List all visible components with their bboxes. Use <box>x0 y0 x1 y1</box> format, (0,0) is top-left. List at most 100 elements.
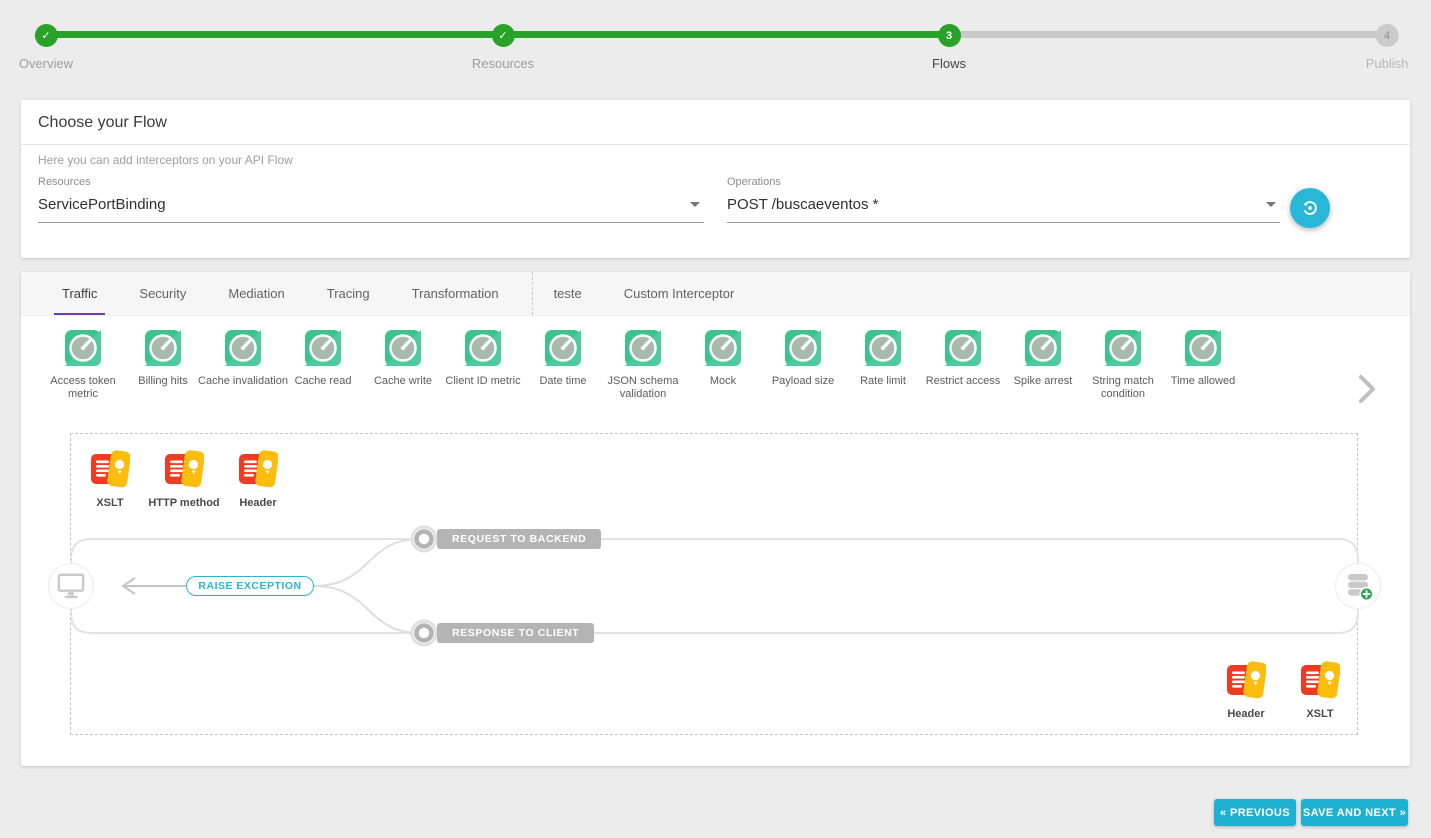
monitor-icon <box>56 572 86 600</box>
request-to-backend-tag: REQUEST TO BACKEND <box>437 529 601 549</box>
gauge-icon <box>225 330 261 366</box>
interceptor-palette-item[interactable]: Spike arrest <box>1003 330 1083 426</box>
tab[interactable]: teste <box>532 272 603 315</box>
interceptor-palette-item[interactable]: Access token metric <box>43 330 123 426</box>
chevron-down-icon <box>690 202 700 207</box>
gauge-icon <box>385 330 421 366</box>
flow-interceptor-item[interactable]: HTTP method <box>147 450 221 509</box>
document-lightbulb-icon <box>164 450 204 488</box>
title-divider <box>21 144 1410 145</box>
gauge-icon <box>625 330 661 366</box>
interceptors-card: TrafficSecurityMediationTracingTransform… <box>21 272 1410 766</box>
choose-flow-card: Choose your Flow Here you can add interc… <box>21 100 1410 258</box>
gauge-icon <box>1025 330 1061 366</box>
operations-label: Operations <box>727 176 1280 188</box>
raise-exception-pill[interactable]: RAISE EXCEPTION <box>186 576 314 596</box>
flow-interceptor-item[interactable]: XSLT <box>73 450 147 509</box>
flow-interceptor-label: Header <box>1227 708 1264 720</box>
interceptor-palette-item[interactable]: Date time <box>523 330 603 426</box>
step-indicator: ✓ <box>491 24 514 47</box>
operations-select[interactable]: Operations POST /buscaeventos * <box>727 176 1280 223</box>
gauge-icon <box>65 330 101 366</box>
interceptor-palette-item[interactable]: Restrict access <box>923 330 1003 426</box>
flow-interceptor-label: Header <box>239 497 276 509</box>
step-label: Overview <box>19 56 73 71</box>
interceptor-palette-item[interactable]: Time allowed <box>1163 330 1243 426</box>
document-lightbulb-icon <box>90 450 130 488</box>
flow-interceptor-label: XSLT <box>1306 708 1333 720</box>
palette-scroll-right-button[interactable] <box>1354 370 1380 411</box>
stepper-step[interactable]: ✓ Overview <box>19 24 73 71</box>
gauge-icon <box>1105 330 1141 366</box>
stepper-steps: ✓ Overview ✓ Resources 3 Flows 4 Publish <box>0 0 1431 90</box>
flow-interceptor-item[interactable]: XSLT <box>1283 661 1357 720</box>
history-fab-button[interactable] <box>1290 188 1330 228</box>
tab[interactable]: Security <box>118 272 207 315</box>
gauge-icon <box>705 330 741 366</box>
flow-interceptor-item[interactable]: Header <box>221 450 295 509</box>
interceptor-palette-item[interactable]: Billing hits <box>123 330 203 426</box>
step-symbol: 4 <box>1384 30 1390 42</box>
step-indicator: 4 <box>1376 24 1399 47</box>
tab[interactable]: Tracing <box>306 272 391 315</box>
document-lightbulb-icon <box>1226 661 1266 699</box>
step-indicator: 3 <box>938 24 961 47</box>
interceptor-palette-item[interactable]: Rate limit <box>843 330 923 426</box>
history-icon <box>1299 197 1321 219</box>
previous-button[interactable]: « PREVIOUS <box>1214 799 1296 826</box>
step-label: Publish <box>1366 56 1409 71</box>
interceptor-palette: Access token metric Billing hits <box>21 316 1350 426</box>
tab[interactable]: Custom Interceptor <box>603 272 756 315</box>
step-label: Flows <box>932 56 966 71</box>
card-title: Choose your Flow <box>38 114 167 132</box>
save-and-next-button[interactable]: SAVE AND NEXT » <box>1301 799 1408 826</box>
resources-label: Resources <box>38 176 704 188</box>
gauge-icon <box>465 330 501 366</box>
operations-value: POST /buscaeventos * <box>727 196 878 213</box>
wizard-stepper: ✓ Overview ✓ Resources 3 Flows 4 Publish <box>0 0 1431 90</box>
gauge-icon <box>305 330 341 366</box>
step-symbol: 3 <box>946 30 952 42</box>
interceptor-tabs: TrafficSecurityMediationTracingTransform… <box>21 272 1410 316</box>
response-to-client-tag: RESPONSE TO CLIENT <box>437 623 594 643</box>
interceptor-palette-item[interactable]: Cache write <box>363 330 443 426</box>
resources-select[interactable]: Resources ServicePortBinding <box>38 176 704 223</box>
interceptor-palette-item[interactable]: Cache invalidation <box>203 330 283 426</box>
interceptor-label: Time allowed <box>1155 375 1251 388</box>
flow-interceptor-label: HTTP method <box>148 497 219 509</box>
gauge-icon <box>1185 330 1221 366</box>
tab[interactable]: Mediation <box>207 272 305 315</box>
card-subtitle: Here you can add interceptors on your AP… <box>38 153 293 167</box>
interceptor-palette-item[interactable]: String match condition <box>1083 330 1163 426</box>
gauge-icon <box>785 330 821 366</box>
response-interceptors-row: Header <box>1209 661 1357 720</box>
flow-interceptor-label: XSLT <box>96 497 123 509</box>
gauge-icon <box>145 330 181 366</box>
database-add-icon <box>1342 570 1374 602</box>
step-symbol: ✓ <box>41 29 50 42</box>
interceptor-palette-item[interactable]: Payload size <box>763 330 843 426</box>
step-indicator: ✓ <box>34 24 57 47</box>
gauge-icon <box>545 330 581 366</box>
interceptor-palette-item[interactable]: Cache read <box>283 330 363 426</box>
request-interceptors-row: XSLT <box>73 450 295 509</box>
resources-value: ServicePortBinding <box>38 196 166 213</box>
tab[interactable]: Transformation <box>391 272 520 315</box>
interceptor-palette-item[interactable]: JSON schema validation <box>603 330 683 426</box>
chevron-right-icon <box>1358 374 1376 404</box>
interceptor-palette-item[interactable]: Mock <box>683 330 763 426</box>
interceptor-palette-item[interactable]: Client ID metric <box>443 330 523 426</box>
step-label: Resources <box>472 56 534 71</box>
step-symbol: ✓ <box>498 29 507 42</box>
document-lightbulb-icon <box>238 450 278 488</box>
flow-canvas: XSLT <box>70 433 1358 735</box>
stepper-step[interactable]: ✓ Resources <box>472 24 534 71</box>
stepper-step[interactable]: 3 Flows <box>932 24 966 71</box>
tab[interactable]: Traffic <box>41 272 118 315</box>
gauge-icon <box>865 330 901 366</box>
gauge-icon <box>945 330 981 366</box>
client-node <box>48 563 94 609</box>
flow-interceptor-item[interactable]: Header <box>1209 661 1283 720</box>
stepper-step[interactable]: 4 Publish <box>1366 24 1409 71</box>
backend-node-add[interactable] <box>1335 563 1381 609</box>
